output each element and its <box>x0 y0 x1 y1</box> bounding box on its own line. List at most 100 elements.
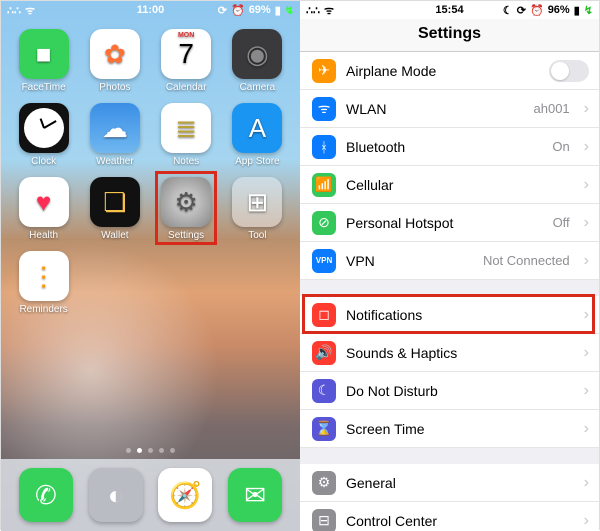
chevron-right-icon: › <box>584 420 589 438</box>
row-value: Not Connected <box>483 253 570 268</box>
general-icon: ⚙ <box>312 471 336 495</box>
app-label: Notes <box>173 156 199 167</box>
app-calendar[interactable]: MON7 Calendar <box>154 29 219 93</box>
status-time: 11:00 <box>1 4 300 16</box>
controlcenter-icon: ⊟ <box>312 509 336 531</box>
app-label: Photos <box>99 82 130 93</box>
dnd-icon: ☾ <box>312 379 336 403</box>
settings-row-screentime[interactable]: ⌛ Screen Time › <box>300 410 599 448</box>
toggle-airplane[interactable] <box>549 60 589 82</box>
airplane-icon: ✈ <box>312 59 336 83</box>
row-title: VPN <box>346 253 473 269</box>
settings-row-controlcenter[interactable]: ⊟Control Center› <box>300 502 599 531</box>
app-store-icon: A <box>232 103 282 153</box>
settings-row-sounds[interactable]: 🔊 Sounds & Haptics › <box>300 334 599 372</box>
app-label: Camera <box>240 82 276 93</box>
dock-safari-icon[interactable]: 🧭 <box>158 468 212 522</box>
chevron-right-icon: › <box>584 138 589 156</box>
settings-screen: ∴∴ ᯤ 15:54 ☾ ⟳ ⏰ 96% ▮ ↯ Settings ✈ Airpl… <box>300 1 599 531</box>
settings-list[interactable]: ✈ Airplane Mode ᯤ WLAN ah001 › ᚼ Bluetooth On › 📶 C… <box>300 52 599 531</box>
cellular-icon: 📶 <box>312 173 336 197</box>
row-value: ah001 <box>534 101 570 116</box>
dock-phone-icon[interactable]: ✆ <box>19 468 73 522</box>
app-camera[interactable]: ◉ Camera <box>225 29 290 93</box>
row-value: Off <box>553 215 570 230</box>
settings-row-dnd[interactable]: ☾ Do Not Disturb › <box>300 372 599 410</box>
facetime-icon: ■ <box>19 29 69 79</box>
settings-row-airplane[interactable]: ✈ Airplane Mode <box>300 52 599 90</box>
row-title: Sounds & Haptics <box>346 345 570 361</box>
row-title: Notifications <box>346 307 570 323</box>
row-title: Do Not Disturb <box>346 383 570 399</box>
row-title: Screen Time <box>346 421 570 437</box>
settings-row-general[interactable]: ⚙ General › <box>300 464 599 502</box>
chevron-right-icon: › <box>584 100 589 118</box>
home-grid: ■ FaceTime ✿ Photos MON7 Calendar ◉ Camera Clock… <box>1 19 300 315</box>
app-reminders[interactable]: ⋮ Reminders <box>11 251 76 315</box>
chevron-right-icon: › <box>584 474 589 492</box>
app-label: Reminders <box>19 304 67 315</box>
chevron-right-icon: › <box>584 344 589 362</box>
page-indicator[interactable] <box>1 448 300 453</box>
app-label: Settings <box>168 230 204 241</box>
app-label: Wallet <box>101 230 128 241</box>
dock: ✆ ◐ 🧭 ✉ <box>1 459 300 531</box>
settings-icon: ⚙ <box>161 177 211 227</box>
page-title: Settings <box>300 19 599 52</box>
row-title: Bluetooth <box>346 139 542 155</box>
app-notes[interactable]: ≣Notes <box>154 103 219 167</box>
chevron-right-icon: › <box>584 512 589 530</box>
row-title: Airplane Mode <box>346 63 539 79</box>
chevron-right-icon: › <box>584 252 589 270</box>
settings-row-notifications[interactable]: ◻ Notifications › <box>300 296 599 334</box>
status-bar-right: ∴∴ ᯤ 15:54 ☾ ⟳ ⏰ 96% ▮ ↯ <box>300 1 599 19</box>
reminders-icon: ⋮ <box>19 251 69 301</box>
settings-row-bluetooth[interactable]: ᚼ Bluetooth On › <box>300 128 599 166</box>
app-label: Calendar <box>166 82 207 93</box>
app-label: Clock <box>31 156 56 167</box>
app-facetime[interactable]: ■ FaceTime <box>11 29 76 93</box>
settings-row-hotspot[interactable]: ⊘ Personal Hotspot Off › <box>300 204 599 242</box>
tool-icon: ⊞ <box>232 177 282 227</box>
settings-row-vpn[interactable]: VPNVPNNot Connected› <box>300 242 599 280</box>
wallet-icon: ❏ <box>90 177 140 227</box>
app-label: Weather <box>96 156 134 167</box>
app-weather[interactable]: ☁Weather <box>82 103 147 167</box>
wifi-icon: ᯤ <box>312 97 336 121</box>
photos-icon: ✿ <box>90 29 140 79</box>
bluetooth-icon: ᚼ <box>312 135 336 159</box>
dock-contacts-icon[interactable]: ◐ <box>89 468 143 522</box>
chevron-right-icon: › <box>584 306 589 324</box>
app-label: Tool <box>248 230 266 241</box>
row-value: On <box>552 139 569 154</box>
row-title: Cellular <box>346 177 570 193</box>
row-title: Personal Hotspot <box>346 215 543 231</box>
app-photos[interactable]: ✿ Photos <box>82 29 147 93</box>
notifications-icon: ◻ <box>312 303 336 327</box>
clock-icon <box>19 103 69 153</box>
calendar-icon: MON7 <box>161 29 211 79</box>
app-tool[interactable]: ⊞ Tool <box>225 177 290 241</box>
chevron-right-icon: › <box>584 214 589 232</box>
app-label: Health <box>29 230 58 241</box>
home-screen: ∴∴ ᯤ 11:00 ⟳ ⏰ 69% ▮ ↯ ■FaceTime✿PhotosM… <box>1 1 300 531</box>
app-label: App Store <box>235 156 279 167</box>
screentime-icon: ⌛ <box>312 417 336 441</box>
app-health[interactable]: ♥ Health <box>11 177 76 241</box>
app-wallet[interactable]: ❏ Wallet <box>82 177 147 241</box>
camera-icon: ◉ <box>232 29 282 79</box>
settings-row-cellular[interactable]: 📶 Cellular › <box>300 166 599 204</box>
dock-messages-icon[interactable]: ✉ <box>228 468 282 522</box>
chevron-right-icon: › <box>584 382 589 400</box>
hotspot-icon: ⊘ <box>312 211 336 235</box>
app-app-store[interactable]: A App Store <box>225 103 290 167</box>
health-icon: ♥ <box>19 177 69 227</box>
row-title: General <box>346 475 570 491</box>
row-title: WLAN <box>346 101 524 117</box>
sounds-icon: 🔊 <box>312 341 336 365</box>
settings-row-wifi[interactable]: ᯤ WLAN ah001 › <box>300 90 599 128</box>
chevron-right-icon: › <box>584 176 589 194</box>
app-clock[interactable]: Clock <box>11 103 76 167</box>
app-settings[interactable]: ⚙ Settings <box>154 177 219 241</box>
app-label: FaceTime <box>22 82 66 93</box>
